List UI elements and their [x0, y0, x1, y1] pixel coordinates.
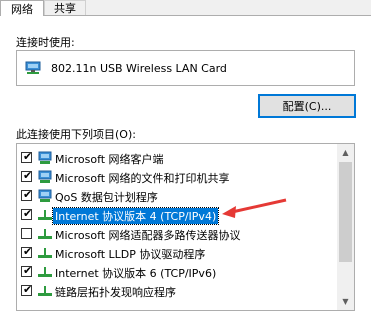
network-adapter-icon — [25, 61, 41, 74]
item-label: Microsoft LLDP 协议驱动程序 — [55, 248, 206, 261]
tab-sharing[interactable]: 共享 — [44, 0, 86, 15]
item-label: Internet 协议版本 4 (TCP/IPv4) — [51, 207, 220, 225]
annotation-arrow-icon — [222, 198, 287, 218]
list-item[interactable]: ✔ Internet 协议版本 6 (TCP/IPv6) — [17, 263, 338, 281]
list-item[interactable]: ✔ Microsoft 网络客户端 — [17, 149, 338, 167]
item-label: 链路层拓扑发现响应程序 — [55, 286, 176, 299]
list-item[interactable]: ✔ QoS 数据包计划程序 — [17, 187, 338, 205]
item-checkbox[interactable]: ✔ — [21, 284, 32, 296]
item-checkbox[interactable]: ✔ — [21, 246, 32, 258]
connect-using-label: 连接时使用: — [16, 36, 75, 49]
item-checkbox[interactable] — [21, 228, 32, 239]
adapter-name: 802.11n USB Wireless LAN Card — [51, 62, 227, 75]
list-item[interactable]: Microsoft 网络适配器多路传送器协议 — [17, 225, 338, 243]
item-checkbox[interactable]: ✔ — [21, 265, 32, 277]
protocol-icon — [38, 210, 52, 220]
item-label: Microsoft 网络适配器多路传送器协议 — [55, 229, 241, 242]
scroll-up-arrow-icon[interactable]: ▲ — [337, 144, 354, 161]
list-item[interactable]: ✔ 链路层拓扑发现响应程序 — [17, 282, 338, 300]
list-scrollbar[interactable]: ▲ ▼ — [337, 144, 354, 310]
tab-strip: 网络 共享 — [0, 0, 371, 16]
protocol-icon — [38, 286, 52, 296]
item-checkbox[interactable]: ✔ — [21, 170, 32, 182]
item-label: QoS 数据包计划程序 — [55, 191, 158, 204]
item-checkbox[interactable]: ✔ — [21, 151, 32, 163]
item-checkbox[interactable]: ✔ — [21, 189, 32, 201]
item-checkbox[interactable]: ✔ — [21, 208, 32, 220]
scroll-thumb[interactable] — [339, 162, 352, 262]
list-item[interactable]: ✔ Microsoft LLDP 协议驱动程序 — [17, 244, 338, 262]
components-list[interactable]: ✔ Microsoft 网络客户端 ✔ Microsoft 网络的文件和打印机共… — [16, 143, 355, 311]
item-label: Internet 协议版本 6 (TCP/IPv6) — [55, 267, 217, 280]
item-label: Microsoft 网络客户端 — [55, 153, 164, 166]
protocol-icon — [38, 267, 52, 277]
list-item[interactable]: ✔ Microsoft 网络的文件和打印机共享 — [17, 168, 338, 186]
items-label: 此连接使用下列项目(O): — [16, 128, 136, 141]
tab-network[interactable]: 网络 — [0, 0, 44, 16]
network-client-icon — [38, 151, 52, 164]
adapter-box: 802.11n USB Wireless LAN Card — [16, 50, 355, 86]
protocol-icon — [38, 229, 52, 239]
network-client-icon — [38, 189, 52, 202]
scroll-down-arrow-icon[interactable]: ▼ — [337, 293, 354, 310]
item-label: Microsoft 网络的文件和打印机共享 — [55, 172, 230, 185]
network-client-icon — [38, 170, 52, 183]
configure-button[interactable]: 配置(C)... — [258, 94, 356, 118]
protocol-icon — [38, 248, 52, 258]
list-item-selected[interactable]: ✔ Internet 协议版本 4 (TCP/IPv4) — [17, 206, 338, 225]
